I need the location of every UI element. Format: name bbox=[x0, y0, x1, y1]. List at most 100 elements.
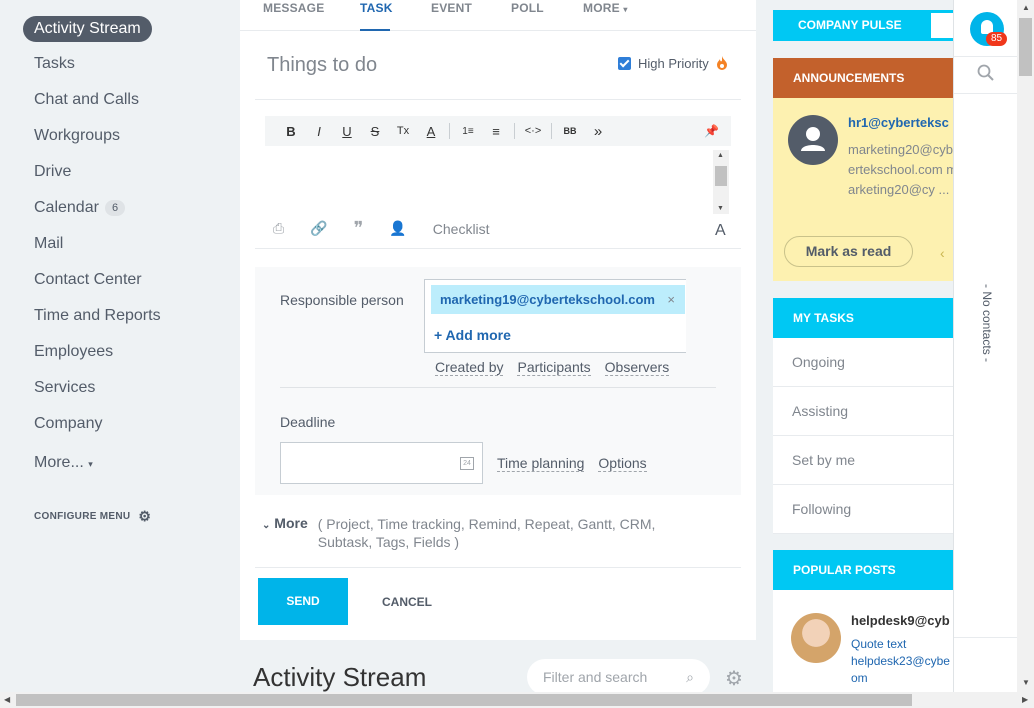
add-more-button[interactable]: + Add more bbox=[434, 327, 511, 343]
divider bbox=[255, 99, 741, 100]
time-planning-link[interactable]: Time planning bbox=[497, 455, 585, 472]
strikethrough-button[interactable]: S bbox=[361, 124, 389, 139]
sidebar-item-chat[interactable]: Chat and Calls bbox=[34, 90, 139, 110]
observers-link[interactable]: Observers bbox=[604, 359, 670, 376]
vertical-scrollbar[interactable]: ▲ ▼ bbox=[1017, 0, 1034, 692]
send-button[interactable]: SEND bbox=[258, 578, 348, 625]
tab-event[interactable]: EVENT bbox=[431, 1, 472, 15]
text-format-toggle-icon[interactable]: A bbox=[715, 222, 726, 240]
pin-icon[interactable]: 📌 bbox=[704, 124, 719, 138]
task-title-input[interactable]: Things to do bbox=[267, 54, 377, 77]
configure-menu-button[interactable]: CONFIGURE MENU ⚙ bbox=[34, 508, 151, 525]
search-icon[interactable] bbox=[977, 64, 995, 87]
scroll-down-icon[interactable]: ▼ bbox=[717, 205, 724, 212]
participants-link[interactable]: Participants bbox=[517, 359, 591, 376]
sidebar-item-contact-center[interactable]: Contact Center bbox=[34, 270, 142, 290]
scroll-down-icon[interactable]: ▼ bbox=[1022, 678, 1030, 687]
task-filter-following[interactable]: Following bbox=[773, 485, 953, 534]
deadline-input[interactable]: 24 bbox=[280, 442, 483, 484]
user-icon bbox=[801, 127, 825, 151]
scroll-up-icon[interactable]: ▲ bbox=[1022, 3, 1030, 12]
scroll-thumb[interactable] bbox=[16, 694, 912, 706]
avatar[interactable] bbox=[788, 115, 838, 165]
italic-button[interactable]: I bbox=[305, 124, 333, 139]
underline-button[interactable]: U bbox=[333, 124, 361, 139]
page-title: Activity Stream bbox=[253, 662, 427, 692]
post-author[interactable]: helpdesk9@cyb bbox=[851, 613, 950, 628]
sidebar-item-mail[interactable]: Mail bbox=[34, 234, 63, 254]
high-priority-checkbox[interactable]: High Priority bbox=[618, 56, 728, 71]
remove-icon[interactable]: × bbox=[667, 285, 675, 314]
tab-poll[interactable]: POLL bbox=[511, 1, 544, 15]
filter-search-input[interactable]: Filter and search ⌕ bbox=[527, 659, 710, 695]
more-options[interactable]: ⌄ More ( Project, Time tracking, Remind,… bbox=[262, 515, 702, 551]
scroll-thumb[interactable] bbox=[1019, 18, 1032, 76]
post-quote: Quote text bbox=[851, 637, 907, 651]
divider bbox=[255, 248, 741, 249]
chevron-left-icon[interactable]: ‹ bbox=[940, 245, 945, 261]
scroll-up-icon[interactable]: ▲ bbox=[717, 152, 724, 159]
quote-icon[interactable]: ❞ bbox=[354, 218, 364, 239]
announcement-author[interactable]: hr1@cyberteksc bbox=[848, 115, 949, 130]
scroll-left-icon[interactable]: ◀ bbox=[4, 695, 10, 704]
bold-button[interactable]: B bbox=[277, 124, 305, 139]
link-icon[interactable]: 🔗 bbox=[310, 220, 327, 237]
cancel-button[interactable]: CANCEL bbox=[382, 595, 432, 609]
gear-icon[interactable]: ⚙ bbox=[725, 666, 743, 691]
options-link[interactable]: Options bbox=[598, 455, 647, 472]
high-priority-label: High Priority bbox=[638, 56, 709, 71]
editor-scrollbar[interactable]: ▲ ▼ bbox=[713, 150, 729, 214]
mention-user-icon[interactable]: 👤 bbox=[389, 220, 406, 237]
more-toggle[interactable]: ⌄ More bbox=[262, 515, 308, 551]
announcement-text: marketing20@cybertekschool.com marketing… bbox=[848, 142, 953, 197]
sidebar-item-activity-stream[interactable]: Activity Stream bbox=[23, 16, 152, 42]
created-by-link[interactable]: Created by bbox=[435, 359, 504, 376]
active-tab-indicator bbox=[360, 29, 390, 31]
responsible-tag[interactable]: marketing19@cybertekschool.com × bbox=[431, 285, 685, 314]
responsible-selector[interactable]: marketing19@cybertekschool.com × + Add m… bbox=[424, 279, 686, 353]
numbered-list-button[interactable]: 1≡ bbox=[454, 126, 482, 137]
more-label: More bbox=[274, 515, 308, 531]
code-button[interactable]: <·> bbox=[519, 125, 547, 137]
bbcode-button[interactable]: BB bbox=[556, 126, 584, 136]
bullet-list-button[interactable]: ≡ bbox=[482, 124, 510, 139]
scroll-right-icon[interactable]: ▶ bbox=[1022, 695, 1028, 704]
font-color-button[interactable]: A bbox=[417, 124, 445, 139]
sidebar-item-more[interactable]: More... ▾ bbox=[34, 453, 93, 474]
sidebar-item-tasks[interactable]: Tasks bbox=[34, 54, 75, 74]
mark-as-read-button[interactable]: Mark as read bbox=[784, 236, 913, 267]
role-links: Created by Participants Observers bbox=[435, 359, 670, 376]
sidebar-item-services[interactable]: Services bbox=[34, 378, 95, 398]
sidebar-item-company[interactable]: Company bbox=[34, 414, 102, 434]
tab-message[interactable]: MESSAGE bbox=[263, 1, 324, 15]
post-text[interactable]: Quote text helpdesk23@cybe com bbox=[851, 636, 953, 687]
search-icon[interactable]: ⌕ bbox=[686, 659, 694, 695]
company-pulse-widget[interactable]: COMPANY PULSE bbox=[773, 10, 953, 41]
notification-badge: 85 bbox=[986, 32, 1008, 46]
editor-toolbar: B I U S Tx A 1≡ ≡ <·> BB » 📌 bbox=[265, 116, 731, 146]
sidebar-item-calendar[interactable]: Calendar 6 bbox=[34, 198, 126, 218]
task-filter-ongoing[interactable]: Ongoing bbox=[773, 338, 953, 387]
tab-more[interactable]: MORE ▾ bbox=[583, 1, 628, 15]
calendar-icon[interactable]: 24 bbox=[460, 457, 474, 470]
more-tools-button[interactable]: » bbox=[584, 123, 612, 140]
checklist-button[interactable]: Checklist bbox=[433, 221, 490, 237]
task-filter-assisting[interactable]: Assisting bbox=[773, 387, 953, 436]
scroll-thumb[interactable] bbox=[715, 166, 727, 186]
tab-more-label: MORE bbox=[583, 1, 620, 15]
task-filter-set-by-me[interactable]: Set by me bbox=[773, 436, 953, 485]
avatar[interactable] bbox=[791, 613, 841, 663]
horizontal-scrollbar[interactable]: ◀ ▶ bbox=[0, 692, 1034, 708]
sidebar-item-time-reports[interactable]: Time and Reports bbox=[34, 306, 161, 326]
sidebar-item-employees[interactable]: Employees bbox=[34, 342, 113, 362]
more-options-list: ( Project, Time tracking, Remind, Repeat… bbox=[317, 516, 656, 550]
tab-task[interactable]: TASK bbox=[360, 1, 393, 15]
post-form: MESSAGE TASK EVENT POLL MORE ▾ Things to… bbox=[240, 0, 756, 640]
file-upload-icon[interactable]: ⎙ bbox=[273, 220, 284, 237]
clear-format-button[interactable]: Tx bbox=[389, 125, 417, 137]
chevron-down-icon: ⌄ bbox=[262, 520, 271, 531]
fire-icon bbox=[716, 56, 727, 70]
divider bbox=[255, 567, 741, 568]
sidebar-item-drive[interactable]: Drive bbox=[34, 162, 71, 182]
sidebar-item-workgroups[interactable]: Workgroups bbox=[34, 126, 120, 146]
